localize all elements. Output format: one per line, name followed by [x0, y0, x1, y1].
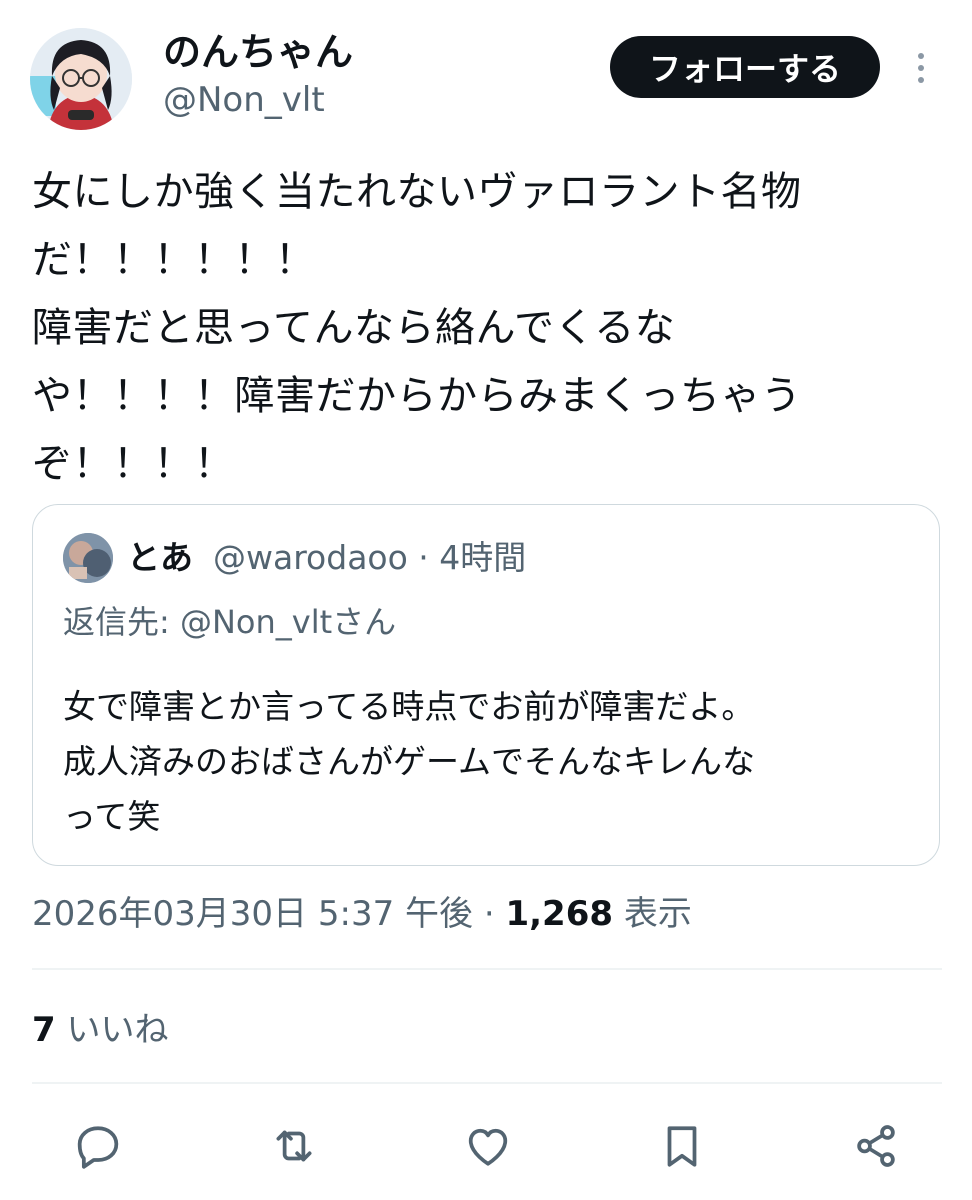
likes-count: 7	[32, 1010, 56, 1050]
tweet-meta-line: 2026年03月30日 5:37 午後 · 1,268 表示	[32, 888, 692, 940]
share-icon[interactable]	[848, 1118, 904, 1174]
views-label: 表示	[623, 894, 692, 934]
like-icon[interactable]	[460, 1118, 516, 1174]
quoted-tweet-card[interactable]: とあ @warodaoo · 4時間 返信先: @Non_vltさん 女で障害と…	[32, 504, 940, 866]
follow-button[interactable]: フォローする	[610, 36, 880, 98]
quoted-meta: @warodaoo · 4時間	[213, 535, 526, 581]
more-vertical-icon[interactable]	[908, 48, 934, 88]
tweet-timestamp[interactable]: 2026年03月30日 5:37 午後	[32, 894, 473, 934]
bookmark-icon[interactable]	[654, 1118, 710, 1174]
quoted-author-handle[interactable]: @warodaoo	[213, 538, 408, 577]
likes-summary[interactable]: 7 いいね	[32, 1004, 168, 1056]
views-count: 1,268	[505, 894, 614, 934]
meta-separator: ·	[483, 894, 495, 934]
likes-label: いいね	[66, 1010, 169, 1050]
tweet-text: 女にしか強く当たれないヴァロラント名物 だ！！！！！！ 障害だと思ってんなら絡ん…	[32, 169, 802, 487]
reply-icon[interactable]	[70, 1118, 126, 1174]
author-display-name[interactable]: のんちゃん	[163, 28, 353, 76]
divider	[32, 1082, 942, 1084]
quoted-reply-to: 返信先: @Non_vltさん	[63, 603, 397, 641]
author-avatar[interactable]	[30, 28, 132, 130]
retweet-icon[interactable]	[266, 1118, 322, 1174]
quoted-time[interactable]: 4時間	[439, 538, 526, 577]
author-handle[interactable]: @Non_vlt	[163, 78, 325, 122]
quoted-author-name[interactable]: とあ	[127, 535, 193, 581]
quoted-separator: ·	[418, 538, 429, 577]
divider	[32, 968, 942, 970]
quoted-tweet-text: 女で障害とか言ってる時点でお前が障害だよ。 成人済みのおばさんがゲームでそんなキ…	[63, 687, 756, 836]
quoted-author-avatar[interactable]	[63, 533, 113, 583]
